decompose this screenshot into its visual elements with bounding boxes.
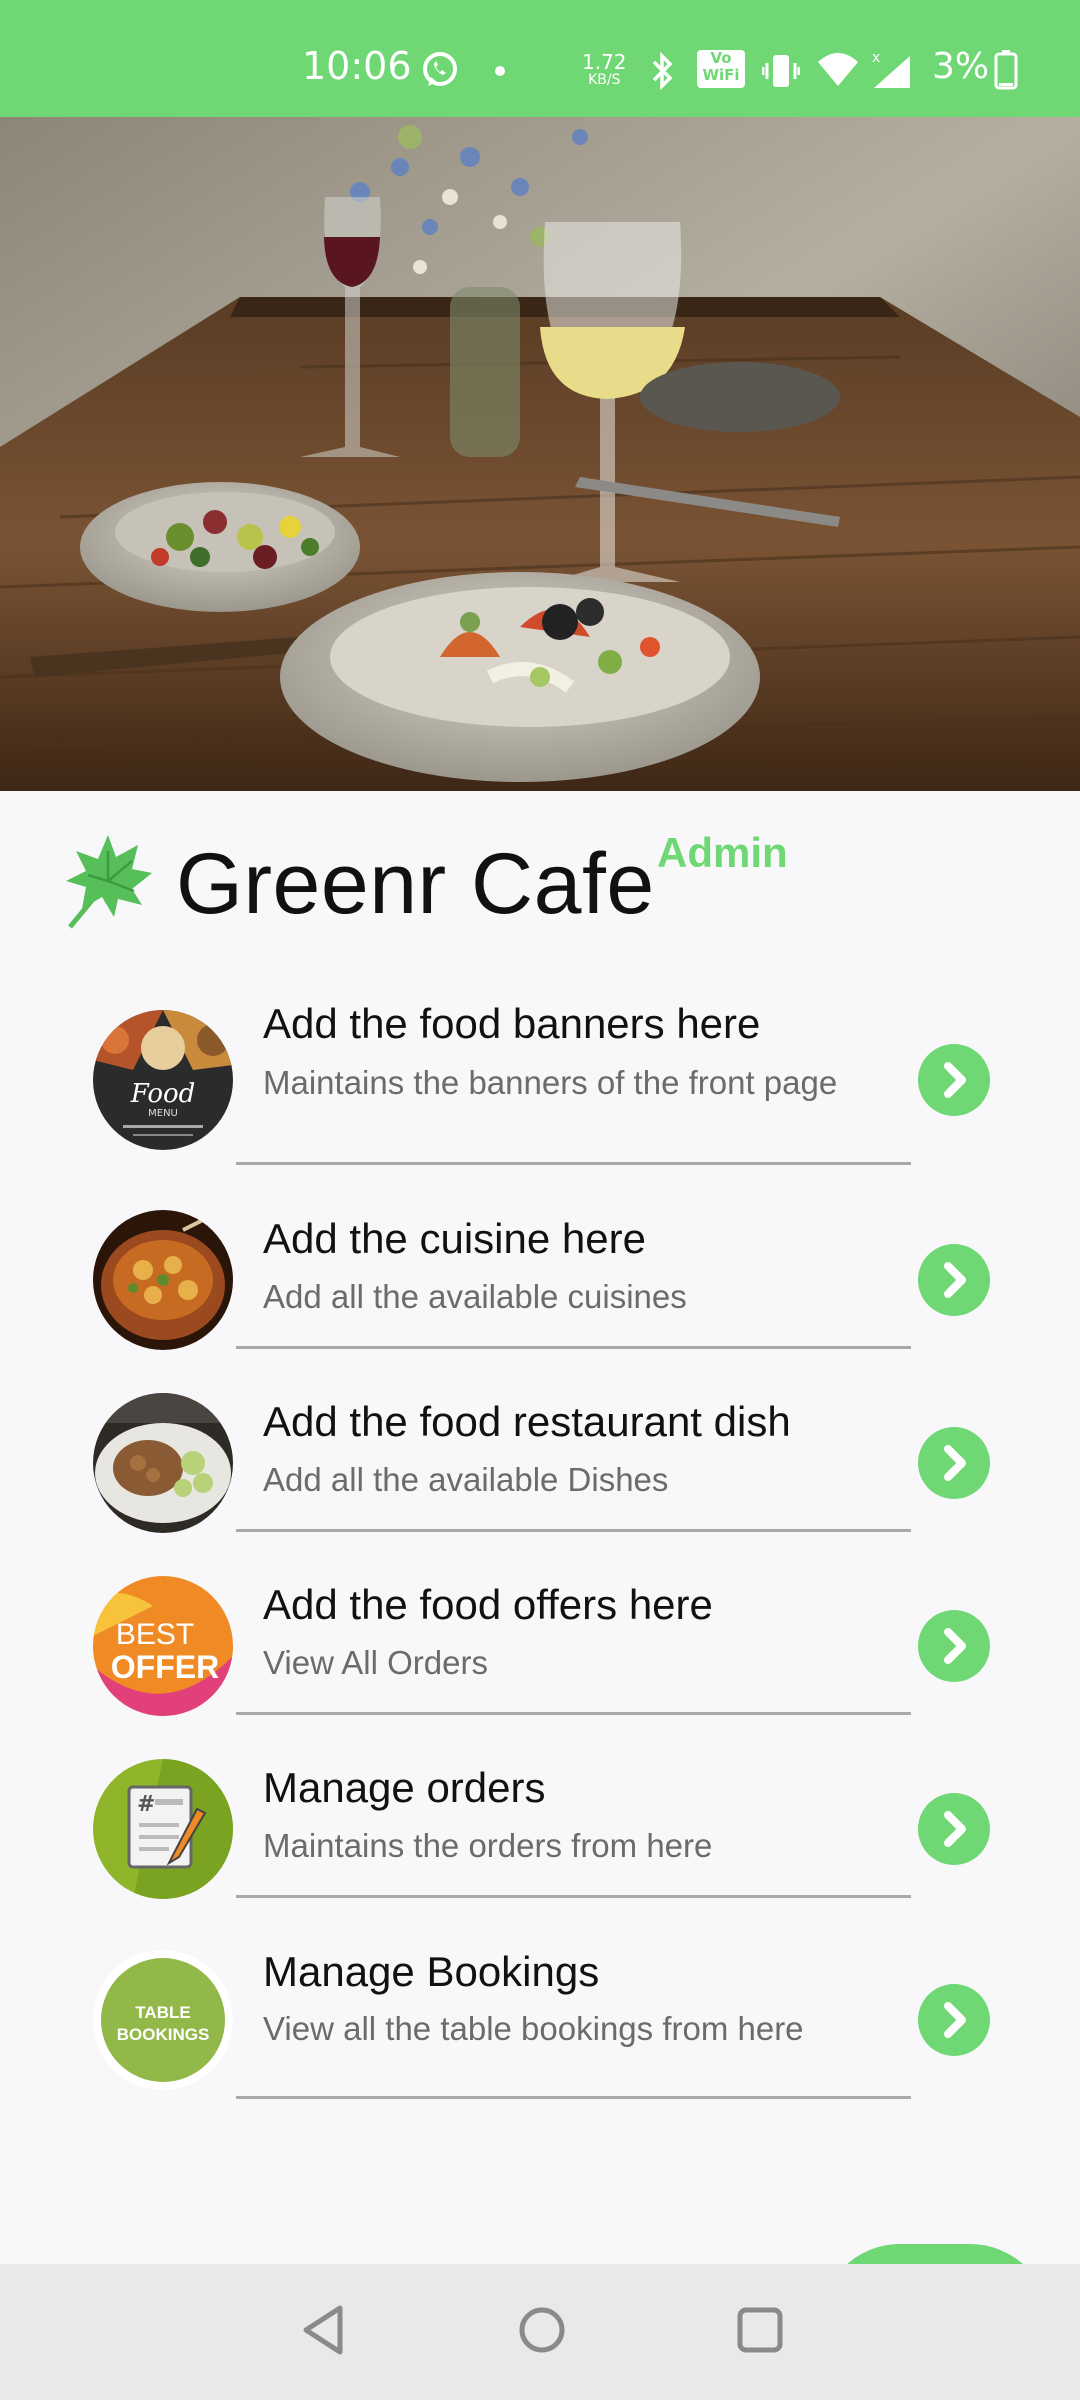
volte-line2: WiFi bbox=[702, 66, 740, 84]
hero-image bbox=[0, 117, 1080, 791]
menu-item-title: Add the food offers here bbox=[263, 1581, 713, 1628]
menu-item-subtitle: View all the table bookings from here bbox=[263, 2010, 804, 2047]
table-bookings-thumb: TABLE BOOKINGS bbox=[93, 1950, 233, 2090]
menu-item-subtitle: View All Orders bbox=[263, 1644, 488, 1681]
chevron-right-icon[interactable] bbox=[918, 1244, 990, 1316]
navigation-bar bbox=[0, 2264, 1080, 2400]
app-title: Greenr Cafe bbox=[176, 836, 655, 932]
food-menu-thumb: Food MENU bbox=[93, 1010, 233, 1150]
divider bbox=[236, 1712, 911, 1715]
menu-item-title: Manage Bookings bbox=[263, 1948, 600, 1995]
chevron-right-icon[interactable] bbox=[918, 1984, 990, 2056]
svg-text:x: x bbox=[872, 50, 880, 66]
divider bbox=[236, 1529, 911, 1532]
volte-line1: Vo bbox=[710, 49, 732, 67]
battery-percent: 3% bbox=[932, 46, 990, 87]
menu-item-title: Add the food restaurant dish bbox=[263, 1398, 791, 1445]
leaf-logo-icon bbox=[62, 831, 154, 936]
chevron-right-icon[interactable] bbox=[918, 1793, 990, 1865]
back-icon[interactable] bbox=[298, 2302, 346, 2363]
best-text: BEST bbox=[116, 1618, 194, 1651]
menu-item-subtitle: Add all the available Dishes bbox=[263, 1461, 669, 1498]
menu-item-subtitle: Add all the available cuisines bbox=[263, 1278, 687, 1315]
menu-item-bookings[interactable]: TABLE BOOKINGS Manage Bookings View all … bbox=[0, 1942, 1080, 2112]
signal-icon: x bbox=[870, 48, 916, 95]
menu-item-offers[interactable]: BEST OFFER Add the food offers here View… bbox=[0, 1576, 1080, 1716]
cuisine-thumb bbox=[93, 1210, 233, 1350]
wifi-icon bbox=[816, 50, 860, 93]
menu-item-banners[interactable]: Food MENU Add the food banners here Main… bbox=[0, 1000, 1080, 1170]
battery-icon bbox=[994, 50, 1018, 95]
status-time: 10:06 bbox=[302, 44, 412, 88]
admin-badge: Admin bbox=[657, 829, 788, 876]
home-icon[interactable] bbox=[516, 2304, 568, 2361]
menu-item-subtitle: Maintains the banners of the front page bbox=[263, 1064, 838, 1101]
menu-item-dish[interactable]: Add the food restaurant dish Add all the… bbox=[0, 1393, 1080, 1533]
orders-thumb: # bbox=[93, 1759, 233, 1899]
vibrate-icon bbox=[761, 52, 801, 95]
dot-icon bbox=[494, 64, 506, 82]
divider bbox=[236, 1346, 911, 1349]
chevron-right-icon[interactable] bbox=[918, 1610, 990, 1682]
volte-wifi-icon: Vo WiFi bbox=[697, 50, 745, 88]
divider bbox=[236, 1162, 911, 1165]
divider bbox=[236, 2096, 911, 2099]
bookings-text: BOOKINGS bbox=[117, 2025, 210, 2044]
chevron-right-icon[interactable] bbox=[918, 1044, 990, 1116]
svg-text:Food: Food bbox=[130, 1079, 196, 1109]
table-text: TABLE bbox=[135, 2003, 190, 2022]
recents-icon[interactable] bbox=[736, 2306, 784, 2359]
svg-text:MENU: MENU bbox=[148, 1108, 178, 1119]
speed-value: 1.72 bbox=[582, 50, 627, 74]
menu-item-title: Add the cuisine here bbox=[263, 1215, 646, 1262]
menu-item-cuisine[interactable]: Add the cuisine here Add all the availab… bbox=[0, 1210, 1080, 1350]
menu-item-orders[interactable]: # Manage orders Maintains the orders fro… bbox=[0, 1759, 1080, 1899]
dish-thumb bbox=[93, 1393, 233, 1533]
speed-unit: KB/S bbox=[588, 72, 621, 88]
menu-item-subtitle: Maintains the orders from here bbox=[263, 1827, 713, 1864]
network-speed: 1.72 KB/S bbox=[582, 52, 627, 88]
menu-item-title: Manage orders bbox=[263, 1764, 546, 1811]
divider bbox=[236, 1895, 911, 1898]
hash-text: # bbox=[137, 1792, 155, 1817]
app-header: Greenr Cafe Admin bbox=[0, 791, 1080, 951]
chevron-right-icon[interactable] bbox=[918, 1427, 990, 1499]
whatsapp-icon bbox=[420, 50, 460, 95]
menu-item-title: Add the food banners here bbox=[263, 1000, 761, 1047]
offer-text: OFFER bbox=[111, 1649, 219, 1685]
best-offer-thumb: BEST OFFER bbox=[93, 1576, 233, 1716]
bluetooth-icon bbox=[650, 51, 676, 95]
status-bar: 10:06 1.72 KB/S Vo WiFi x 3% bbox=[0, 0, 1080, 117]
